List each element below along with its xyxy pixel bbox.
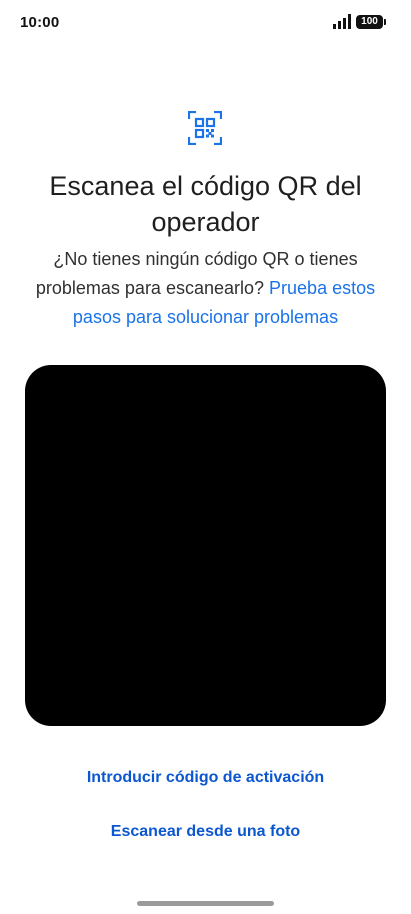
enter-activation-code-button[interactable]: Introducir código de activación: [0, 769, 411, 787]
page-title: Escanea el código QR del operador: [49, 171, 362, 237]
status-bar: 10:00 100: [0, 0, 411, 44]
battery-level: 100: [361, 16, 378, 27]
qr-code-icon: [188, 111, 222, 145]
battery-icon: 100: [356, 15, 386, 29]
status-time: 10:00: [20, 14, 60, 31]
camera-preview: [25, 365, 386, 726]
signal-icon: [333, 14, 351, 29]
page-description: ¿No tienes ningún código QR o tienes pro…: [24, 245, 387, 332]
home-indicator[interactable]: [137, 901, 274, 906]
scan-from-photo-button[interactable]: Escanear desde una foto: [0, 823, 411, 841]
